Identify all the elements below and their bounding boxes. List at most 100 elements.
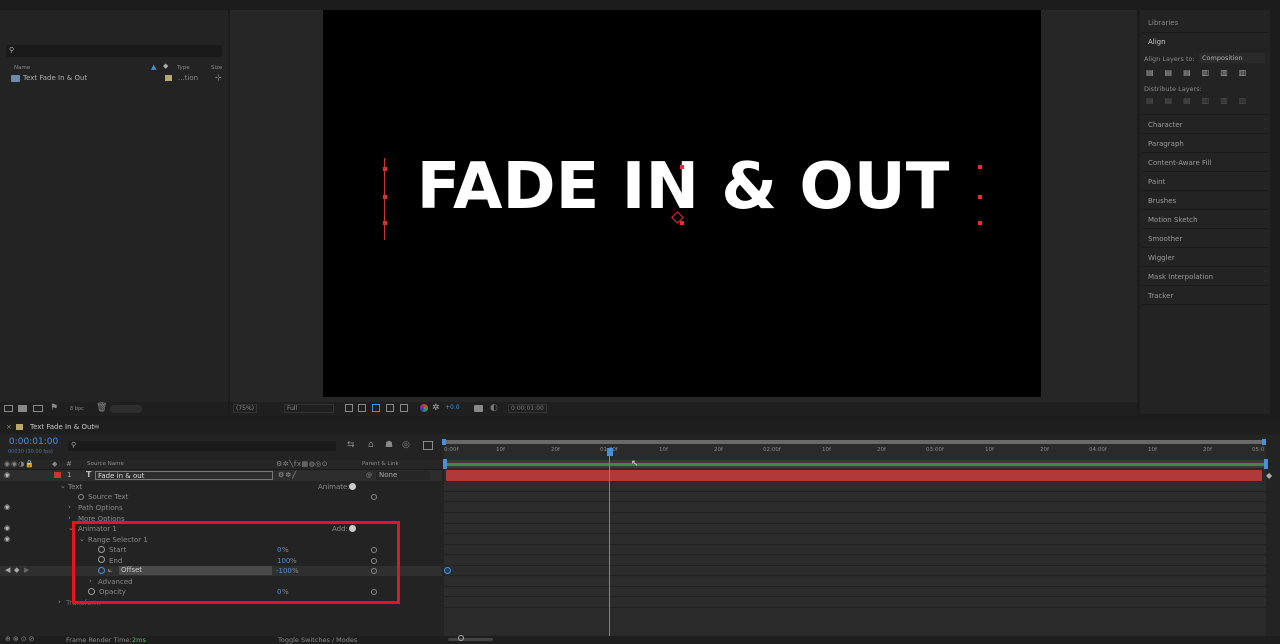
motion-sketch-tab[interactable]: Motion Sketch	[1148, 216, 1198, 224]
show-snapshot-icon[interactable]: ◐	[490, 403, 498, 413]
close-tab-icon[interactable]: ×	[6, 423, 12, 431]
tracker-tab[interactable]: Tracker	[1148, 292, 1173, 300]
number-column-icon[interactable]: #	[66, 460, 72, 468]
twirl-icon[interactable]: ›	[68, 514, 71, 522]
bpc-label[interactable]: 8 bpc	[70, 406, 84, 412]
twirl-icon[interactable]: ›	[68, 503, 71, 511]
navigator-start-handle[interactable]	[442, 439, 446, 445]
grid-icon[interactable]	[400, 404, 408, 412]
wiggler-tab[interactable]: Wiggler	[1148, 254, 1175, 262]
animate-menu-button[interactable]	[349, 483, 356, 490]
bounding-handle[interactable]	[680, 165, 684, 169]
sort-arrow-icon[interactable]: ▲	[151, 63, 156, 71]
playhead-handle[interactable]	[607, 448, 613, 456]
align-to-dropdown[interactable]: Composition	[1199, 53, 1265, 63]
bounding-handle[interactable]	[680, 221, 684, 225]
layer-name-field[interactable]: Fade in & out	[95, 471, 273, 480]
tab-menu-icon[interactable]: ≡	[93, 422, 100, 431]
interpret-footage-icon[interactable]	[4, 405, 13, 412]
transparency-grid-icon[interactable]	[358, 404, 366, 412]
column-size[interactable]: Size	[211, 65, 222, 71]
layer-label-swatch[interactable]	[54, 472, 61, 478]
visibility-eye-icon[interactable]: ◉	[4, 471, 10, 479]
character-tab[interactable]: Character	[1148, 121, 1183, 129]
color-channels-icon[interactable]	[420, 404, 428, 412]
flowchart-icon[interactable]: ⊹	[215, 73, 222, 82]
composition-mini-flowchart-icon[interactable]: ⇆	[347, 440, 355, 450]
new-folder-icon[interactable]	[18, 405, 27, 412]
project-item[interactable]: Text Fade In & Out ...tion ⊹	[2, 73, 226, 84]
align-buttons[interactable]: ▤▤▤▥▥▥	[1146, 68, 1264, 78]
path-options-label[interactable]: Path Options	[78, 504, 123, 512]
region-of-interest-icon[interactable]	[345, 404, 353, 412]
source-name-column[interactable]: Source Name	[87, 461, 124, 467]
navigator-end-handle[interactable]	[1262, 439, 1266, 445]
thumbnail-slider[interactable]	[110, 405, 142, 413]
shy-icon[interactable]: ☗	[385, 440, 393, 450]
label-column-icon[interactable]: ◆	[52, 460, 57, 468]
visibility-eye-icon[interactable]: ◉	[4, 535, 10, 543]
draft-3d-icon[interactable]: ⌂	[368, 440, 374, 450]
layer-end-marker[interactable]: ◆	[1266, 471, 1272, 480]
smoother-tab[interactable]: Smoother	[1148, 235, 1182, 243]
column-type[interactable]: Type	[177, 65, 190, 71]
align-tab[interactable]: Align	[1148, 38, 1166, 46]
snapshot-icon[interactable]	[474, 405, 483, 412]
paragraph-tab[interactable]: Paragraph	[1148, 140, 1184, 148]
current-time-display[interactable]: 0:00:01:00	[9, 437, 58, 447]
time-navigator-bar[interactable]	[444, 440, 1266, 444]
expression-spiral-icon[interactable]	[78, 494, 84, 500]
mask-visibility-icon[interactable]	[372, 404, 380, 412]
distribute-buttons[interactable]: ▤▤▤▥▥▥	[1146, 96, 1264, 106]
footer-toggle-icons[interactable]: ⊕⊗⊙⊘	[5, 635, 36, 643]
project-settings-icon[interactable]: ⚑	[50, 403, 58, 413]
source-text-label[interactable]: Source Text	[88, 493, 128, 501]
graph-editor-icon[interactable]	[423, 441, 433, 450]
zoom-dropdown[interactable]: (75%)	[233, 404, 258, 413]
new-composition-icon[interactable]	[33, 405, 43, 412]
prev-keyframe-icon[interactable]: ◀	[5, 566, 10, 574]
playhead-line[interactable]	[609, 454, 610, 636]
exposure-icon[interactable]: ✲	[432, 403, 440, 413]
layer-switches[interactable]: ⚙✲╱	[278, 471, 297, 479]
zoom-slider-thumb[interactable]	[458, 635, 464, 641]
pickwhip-spiral-icon[interactable]	[371, 494, 377, 500]
mask-interpolation-tab[interactable]: Mask Interpolation	[1148, 273, 1213, 281]
project-search-input[interactable]	[6, 45, 222, 57]
guides-icon[interactable]	[386, 404, 394, 412]
column-name[interactable]: Name	[14, 65, 30, 71]
text-group-label[interactable]: Text	[68, 483, 82, 491]
viewer-timecode[interactable]: 0:00:01:00	[508, 404, 547, 413]
work-area-start[interactable]	[443, 459, 447, 469]
exposure-value[interactable]: +0.0	[445, 404, 460, 411]
layer-duration-bar[interactable]	[446, 470, 1262, 481]
visibility-eye-icon[interactable]: ◉	[4, 524, 10, 532]
content-aware-fill-tab[interactable]: Content-Aware Fill	[1148, 159, 1211, 167]
add-keyframe-icon[interactable]: ◆	[14, 566, 19, 574]
bounding-handle[interactable]	[978, 221, 982, 225]
pickwhip-icon[interactable]: @	[366, 472, 372, 479]
work-area-end[interactable]	[1264, 459, 1268, 469]
libraries-tab[interactable]: Libraries	[1148, 19, 1178, 27]
composition-canvas[interactable]: FADE IN & OUT	[323, 10, 1041, 397]
parent-dropdown[interactable]: None	[376, 471, 430, 480]
timeline-tab-title[interactable]: Text Fade In & Out	[30, 423, 94, 431]
next-keyframe-icon[interactable]: ▶	[24, 566, 29, 574]
label-tag-icon[interactable]: ◆	[163, 62, 168, 70]
timeline-search-input[interactable]	[68, 441, 336, 451]
visibility-eye-icon[interactable]: ◉	[4, 503, 10, 511]
trash-icon[interactable]: 🗑	[96, 403, 107, 413]
layer-switches-icons[interactable]: ⚙✲╲fx▦◍◎⊙	[276, 460, 328, 468]
motion-blur-icon[interactable]: ◎	[402, 440, 410, 450]
zoom-slider[interactable]	[448, 638, 493, 641]
bounding-handle[interactable]	[978, 165, 982, 169]
twirl-icon[interactable]: ›	[58, 598, 61, 606]
paint-tab[interactable]: Paint	[1148, 178, 1165, 186]
offset-keyframe[interactable]	[444, 567, 451, 574]
twirl-text-icon[interactable]: ⌄	[60, 482, 66, 490]
resolution-dropdown[interactable]: Full	[284, 404, 334, 413]
bounding-handle[interactable]	[978, 195, 982, 199]
av-switches-icons[interactable]: ◉◉◑🔒	[4, 460, 35, 468]
toggle-switches-modes[interactable]: Toggle Switches / Modes	[278, 636, 357, 644]
parent-link-column[interactable]: Parent & Link	[362, 461, 399, 467]
